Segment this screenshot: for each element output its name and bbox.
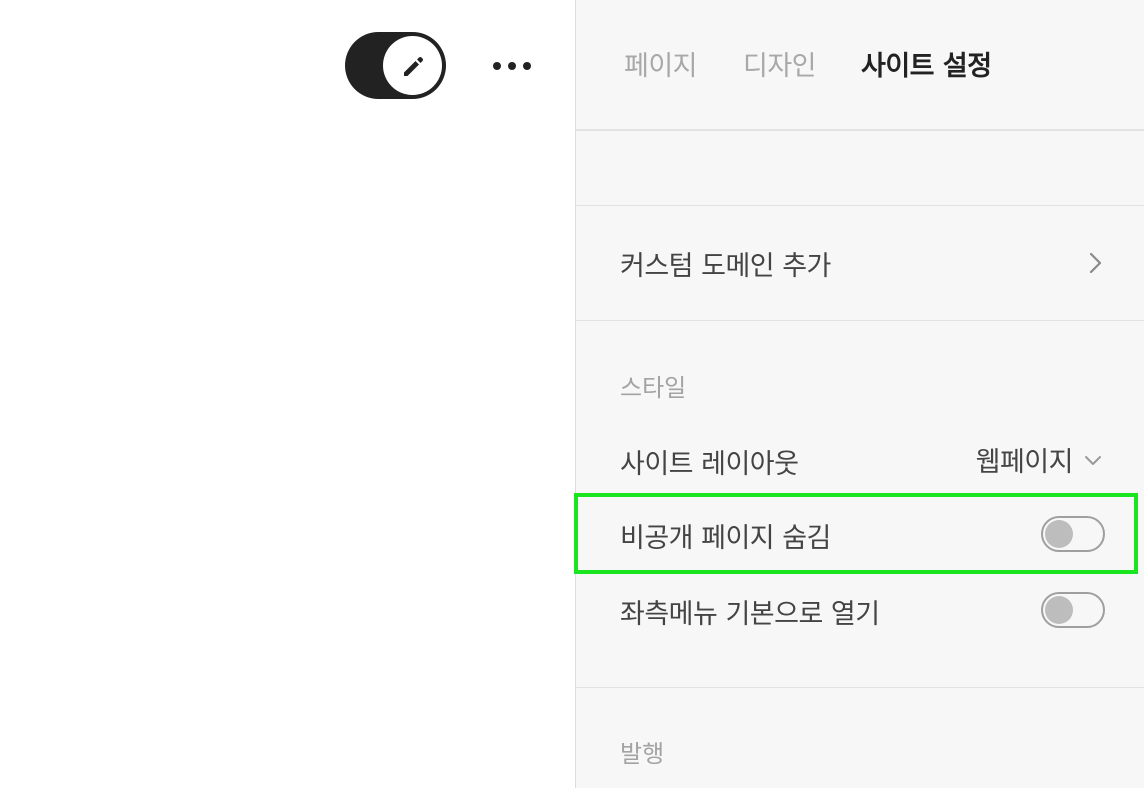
tab-site-settings[interactable]: 사이트 설정: [861, 44, 992, 83]
switch-thumb: [1045, 520, 1073, 548]
site-layout-value: 웹페이지: [975, 447, 1074, 478]
more-horizontal-icon: [493, 62, 501, 70]
hide-private-pages-label: 비공개 페이지 숨김: [620, 523, 831, 554]
app-canvas: 페이지 디자인 사이트 설정 커스텀 도메인 추가 스타일 사이트 레이아웃 웹…: [0, 0, 1144, 788]
style-section-title: 스타일: [620, 374, 687, 402]
hide-private-pages-row: 비공개 페이지 숨김: [576, 496, 1144, 572]
chevron-right-icon: [1089, 252, 1102, 274]
divider: [576, 687, 1144, 688]
hide-private-pages-switch[interactable]: [1041, 516, 1105, 552]
divider: [576, 320, 1144, 321]
open-left-menu-label: 좌측메뉴 기본으로 열기: [620, 599, 880, 630]
edit-toggle-knob: [383, 36, 442, 95]
open-left-menu-row: 좌측메뉴 기본으로 열기: [576, 572, 1144, 648]
page-preview-area: [0, 0, 575, 788]
open-left-menu-switch[interactable]: [1041, 592, 1105, 628]
more-dot: [508, 62, 516, 70]
pencil-icon: [403, 56, 423, 76]
settings-panel: 페이지 디자인 사이트 설정 커스텀 도메인 추가 스타일 사이트 레이아웃 웹…: [574, 0, 1144, 788]
more-dot: [523, 62, 531, 70]
edit-mode-toggle[interactable]: [345, 32, 446, 99]
chevron-down-icon: [1085, 455, 1101, 465]
publish-section-title: 발행: [620, 740, 665, 768]
panel-tabs: 페이지 디자인 사이트 설정: [576, 0, 1144, 131]
site-layout-select[interactable]: 웹페이지: [976, 440, 1103, 479]
more-options-button[interactable]: [486, 50, 538, 82]
site-layout-row: 사이트 레이아웃 웹페이지: [576, 430, 1144, 488]
switch-thumb: [1045, 596, 1073, 624]
tab-pages[interactable]: 페이지: [624, 44, 698, 83]
custom-domain-label: 커스텀 도메인 추가: [620, 251, 831, 282]
site-layout-label: 사이트 레이아웃: [620, 449, 799, 480]
custom-domain-row[interactable]: 커스텀 도메인 추가: [576, 206, 1144, 320]
tab-design[interactable]: 디자인: [743, 44, 817, 83]
